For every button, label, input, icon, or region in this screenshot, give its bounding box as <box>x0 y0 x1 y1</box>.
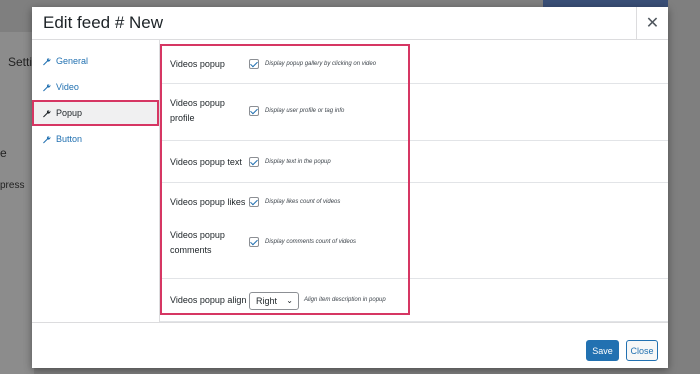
videos-popup-text-checkbox[interactable] <box>249 157 259 167</box>
setting-label-line: Videos popup <box>170 98 225 108</box>
setting-row: Videos popup align Right ⌄ Align item de… <box>160 279 668 322</box>
videos-popup-checkbox[interactable] <box>249 59 259 69</box>
wrench-icon <box>32 135 56 144</box>
setting-description: Display comments count of videos <box>265 239 357 245</box>
videos-popup-likes-checkbox[interactable] <box>249 197 259 207</box>
sidebar-nav: General Video Popup Button <box>32 40 160 322</box>
wrench-icon <box>32 109 56 118</box>
setting-label: Videos popup align <box>170 295 247 305</box>
background-panel <box>0 32 34 374</box>
setting-label-line: comments <box>170 245 212 255</box>
setting-label: Videos popup <box>170 59 225 69</box>
sidebar-item-button[interactable]: Button <box>32 126 159 152</box>
chevron-down-icon: ⌄ <box>286 296 293 305</box>
wrench-icon <box>32 57 56 66</box>
sidebar-item-general[interactable]: General <box>32 48 159 74</box>
sidebar-item-label: Popup <box>56 108 83 118</box>
background-text: e <box>0 146 7 160</box>
setting-row: Videos popup Display popup gallery by cl… <box>160 44 668 84</box>
setting-description: Display text in the popup <box>265 159 331 165</box>
edit-feed-modal: Edit feed # New ✕ General Video Popup Bu… <box>32 7 668 368</box>
setting-label: Videos popup text <box>170 157 242 167</box>
setting-label: Videos popup profile <box>170 96 225 126</box>
background-settings-text: Setti <box>8 55 33 69</box>
background-text: press <box>0 180 25 191</box>
setting-label: Videos popup likes <box>170 197 246 207</box>
popup-settings-panel: Videos popup Display popup gallery by cl… <box>160 40 668 322</box>
sidebar-item-label: Video <box>56 82 79 92</box>
select-value: Right <box>256 296 278 306</box>
setting-row: Videos popup profile Display user profil… <box>160 84 668 141</box>
setting-row: Videos popup text Display text in the po… <box>160 141 668 183</box>
modal-header: Edit feed # New ✕ <box>32 7 668 40</box>
sidebar-item-popup[interactable]: Popup <box>32 100 159 126</box>
setting-label-line: profile <box>170 113 195 123</box>
setting-description: Align item description in popup <box>304 297 386 303</box>
wrench-icon <box>32 83 56 92</box>
setting-row-group: Videos popup likes Display likes count o… <box>160 183 668 279</box>
sidebar-item-label: Button <box>56 134 83 144</box>
setting-label: Videos popup comments <box>170 228 225 258</box>
close-button[interactable]: Close <box>626 340 658 361</box>
sidebar-item-label: General <box>56 56 89 66</box>
background-top-button <box>543 0 668 7</box>
videos-popup-comments-checkbox[interactable] <box>249 237 259 247</box>
setting-description: Display user profile or tag info <box>265 108 345 114</box>
modal-title: Edit feed # New <box>43 13 164 32</box>
setting-label-line: Videos popup <box>170 230 225 240</box>
setting-description: Display likes count of videos <box>265 199 341 205</box>
sidebar-item-video[interactable]: Video <box>32 74 159 100</box>
save-button[interactable]: Save <box>586 340 619 361</box>
modal-footer: Save Close <box>32 322 668 368</box>
setting-description: Display popup gallery by clicking on vid… <box>265 61 377 67</box>
videos-popup-profile-checkbox[interactable] <box>249 106 259 116</box>
close-icon[interactable]: ✕ <box>636 7 668 39</box>
popup-align-select[interactable]: Right ⌄ <box>249 292 299 310</box>
